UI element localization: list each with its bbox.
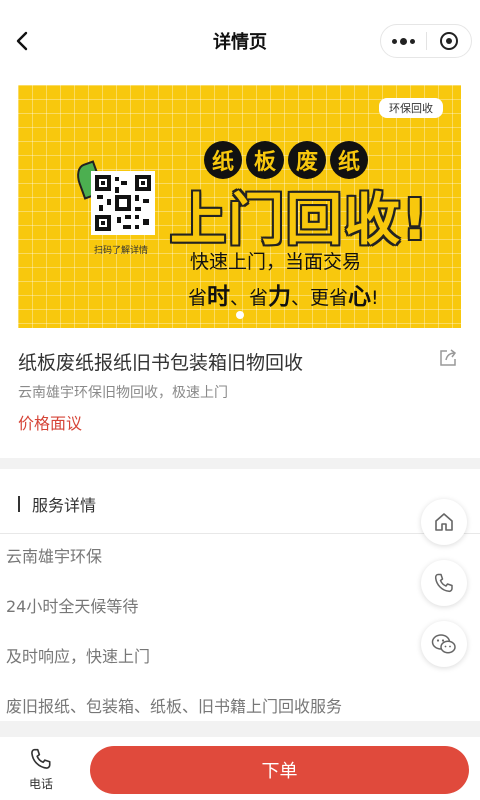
banner-big-title: 上门回收!: [170, 188, 430, 253]
more-dots-icon: [391, 37, 415, 45]
qr-code-icon: [95, 175, 151, 231]
circle-char: 纸: [204, 141, 242, 179]
section-bar: [18, 496, 20, 512]
phone-label: 电话: [28, 777, 53, 791]
home-icon: [435, 513, 453, 531]
wechat-contact-button[interactable]: [421, 621, 467, 667]
share-icon: [440, 349, 457, 366]
close-miniprogram-button[interactable]: [426, 24, 471, 58]
banner-image[interactable]: 环保回收 扫码了解详情 纸 板 废 纸 上门回收! 快速上门，当面交易 省时、省…: [18, 85, 461, 328]
section-separator: [0, 721, 480, 737]
circle-char: 废: [288, 141, 326, 179]
circle-char: 板: [246, 141, 284, 179]
banner-tag: 环保回收: [379, 98, 443, 118]
product-title: 纸板废纸报纸旧书包装箱旧物回收: [18, 352, 304, 374]
navigation-bar: 详情页: [0, 0, 480, 82]
service-detail-line: 及时响应，快速上门: [6, 647, 151, 666]
service-detail-line: 废旧报纸、包装箱、纸板、旧书籍上门回收服务: [6, 697, 343, 716]
section-separator: [0, 458, 480, 469]
divider: [0, 533, 480, 534]
home-button[interactable]: [421, 499, 467, 545]
more-button[interactable]: [381, 24, 426, 58]
banner-slogan-1: 快速上门，当面交易: [190, 251, 362, 273]
order-button[interactable]: 下单: [90, 746, 469, 794]
section-title: 服务详情: [32, 496, 97, 515]
target-circle-icon: [439, 32, 458, 50]
circle-char: 纸: [330, 141, 368, 179]
product-price: 价格面议: [18, 414, 83, 433]
service-section-header: 服务详情: [18, 494, 97, 515]
bottom-action-bar: 电话 下单: [0, 737, 480, 800]
service-detail-line: 云南雄宇环保: [6, 547, 103, 566]
phone-icon: [434, 573, 453, 593]
phone-button[interactable]: 电话: [18, 747, 64, 793]
phone-icon: [31, 748, 51, 769]
service-detail-line: 24小时全天候等待: [6, 597, 139, 616]
banner-slogan-2: 省时、省力、更省心!: [188, 284, 379, 310]
capsule-menu: [380, 24, 472, 58]
call-float-button[interactable]: [421, 560, 467, 606]
qr-code: [91, 171, 155, 235]
product-subtitle: 云南雄宇环保旧物回收，极速上门: [18, 385, 228, 401]
swiper-dot[interactable]: [236, 311, 244, 319]
share-button[interactable]: [438, 348, 458, 368]
qr-caption: 扫码了解详情: [94, 246, 149, 256]
banner-circle-title: 纸 板 废 纸: [204, 141, 368, 179]
wechat-icon: [431, 634, 456, 654]
